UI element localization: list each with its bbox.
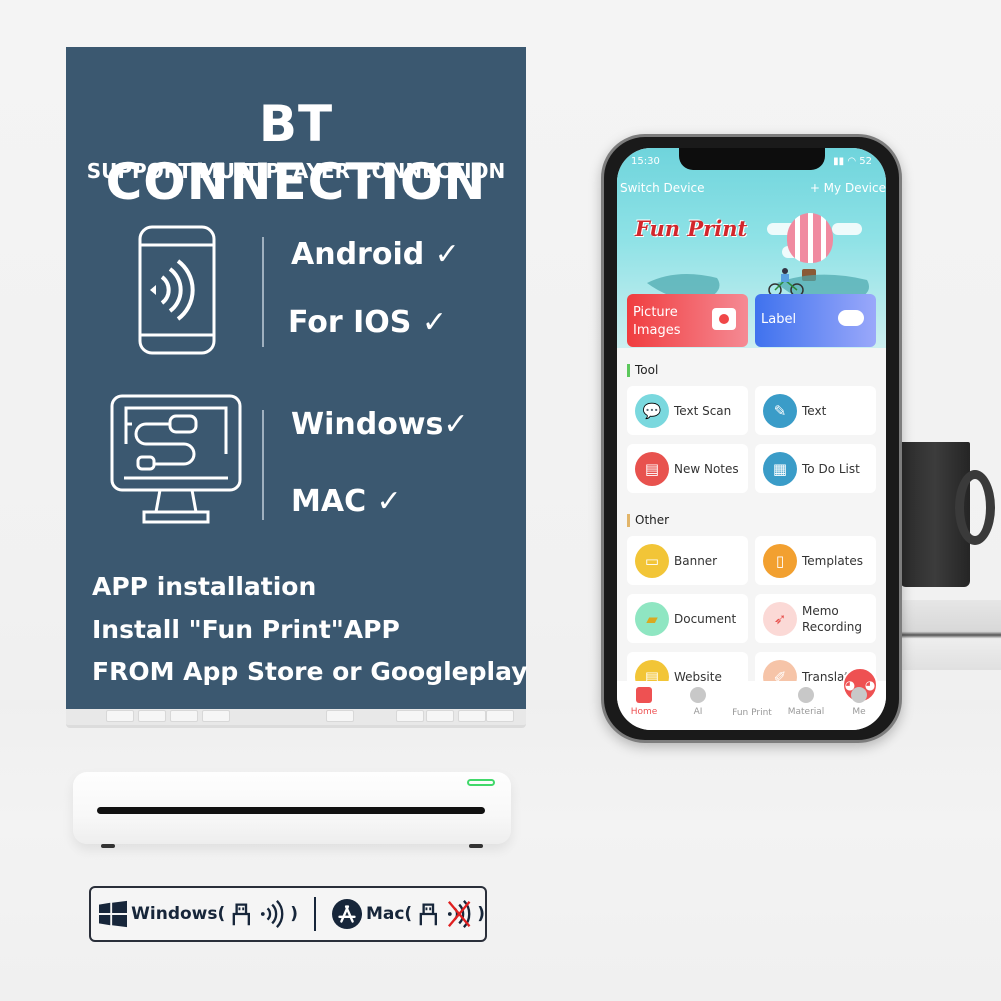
install-line-3: FROM App Store or Googleplay bbox=[92, 657, 528, 686]
picture-images-card[interactable]: Picture Images bbox=[627, 294, 748, 347]
panel-title: BT CONNECTION bbox=[105, 95, 487, 211]
portable-printer bbox=[73, 772, 511, 848]
monitor-usb-icon bbox=[110, 394, 242, 524]
desk-background bbox=[0, 700, 1001, 1001]
folder-icon: ▰ bbox=[635, 602, 669, 636]
tool-new-notes[interactable]: ▤ New Notes bbox=[627, 444, 748, 493]
tag-icon bbox=[690, 687, 706, 703]
notebooks bbox=[900, 600, 1001, 670]
divider bbox=[314, 897, 316, 931]
app-store-icon bbox=[331, 898, 362, 930]
platform-android: Android ✓ bbox=[291, 237, 460, 272]
notepad-icon: ▦ bbox=[763, 452, 797, 486]
printer-foot bbox=[101, 844, 115, 848]
platform-windows: Windows✓ bbox=[291, 407, 469, 442]
info-panel: BT CONNECTION SUPPORT MULTIPLAYER CONNEC… bbox=[66, 47, 528, 709]
app-screen: 15:30 ▮▮ ◠ 52 Switch Device + My Device … bbox=[617, 148, 886, 730]
hot-air-balloon bbox=[787, 213, 833, 263]
battery-level: 52 bbox=[859, 156, 872, 167]
paper-slot bbox=[97, 807, 485, 814]
bluetooth-unsupported-icon bbox=[447, 900, 471, 928]
tool-text-scan[interactable]: 💬 Text Scan bbox=[627, 386, 748, 435]
other-templates[interactable]: ▯ Templates bbox=[755, 536, 876, 585]
status-time: 15:30 bbox=[631, 156, 660, 167]
camera-notch bbox=[679, 148, 825, 170]
tab-ai[interactable]: AI bbox=[671, 681, 725, 730]
label-card[interactable]: Label bbox=[755, 294, 876, 347]
other-memo-recording[interactable]: ➶ Memo Recording bbox=[755, 594, 876, 643]
tab-material[interactable]: Material bbox=[779, 681, 833, 730]
platform-ios: For IOS ✓ bbox=[288, 305, 447, 340]
windows-logo-icon bbox=[99, 900, 128, 928]
status-icons: ▮▮ ◠ 52 bbox=[833, 156, 872, 167]
mug-handle bbox=[955, 470, 995, 545]
home-icon bbox=[636, 687, 652, 703]
keyboard bbox=[66, 708, 526, 728]
install-line-2: Install "Fun Print"APP bbox=[92, 615, 400, 644]
my-device-link[interactable]: + My Device bbox=[810, 181, 886, 195]
cloud-icon bbox=[838, 310, 864, 326]
tab-home[interactable]: Home bbox=[617, 681, 671, 730]
star-icon bbox=[798, 687, 814, 703]
windows-close: ) bbox=[290, 904, 299, 924]
cloud bbox=[832, 223, 862, 235]
usb-icon bbox=[419, 903, 438, 926]
bluetooth-wave-icon bbox=[260, 900, 284, 928]
divider bbox=[262, 410, 264, 520]
brand-logo: Fun Print bbox=[635, 216, 748, 241]
badge-icon: ▯ bbox=[763, 544, 797, 578]
switch-device-link[interactable]: Switch Device bbox=[620, 181, 705, 195]
tool-to-do-list[interactable]: ▦ To Do List bbox=[755, 444, 876, 493]
install-line-1: APP installation bbox=[92, 572, 317, 601]
rocket-icon: ➶ bbox=[763, 602, 797, 636]
phone-wireless-icon bbox=[138, 225, 216, 355]
printer-foot bbox=[469, 844, 483, 848]
other-document[interactable]: ▰ Document bbox=[627, 594, 748, 643]
section-tool: Tool bbox=[627, 363, 658, 377]
newspaper-icon: ▤ bbox=[635, 452, 669, 486]
tool-text[interactable]: ✎ Text bbox=[755, 386, 876, 435]
chat-bubbles-icon: 💬 bbox=[635, 394, 669, 428]
mac-close: ) bbox=[477, 904, 486, 924]
user-icon bbox=[851, 687, 867, 703]
camera-icon bbox=[712, 308, 736, 330]
other-banner[interactable]: ▭ Banner bbox=[627, 536, 748, 585]
mac-label: Mac( bbox=[365, 904, 413, 924]
compatibility-bar: Windows( ) Mac( ) bbox=[89, 886, 487, 942]
panel-subtitle: SUPPORT MULTIPLAYER CONNECTION bbox=[86, 159, 506, 183]
usb-icon bbox=[232, 903, 251, 926]
power-led bbox=[467, 779, 495, 786]
platform-mac: MAC ✓ bbox=[291, 484, 402, 519]
pencil-icon: ✎ bbox=[763, 394, 797, 428]
divider bbox=[262, 237, 264, 347]
bottom-tab-bar: Home AI ◕‿◕ Fun Print Material Me bbox=[617, 667, 886, 730]
billboard-icon: ▭ bbox=[635, 544, 669, 578]
card-label: Picture Images bbox=[633, 305, 681, 338]
windows-label: Windows( bbox=[131, 904, 226, 924]
tab-me[interactable]: Me bbox=[832, 681, 886, 730]
tab-fun-print[interactable]: ◕‿◕ Fun Print bbox=[725, 667, 878, 730]
section-other: Other bbox=[627, 513, 669, 527]
card-label: Label bbox=[761, 312, 797, 327]
